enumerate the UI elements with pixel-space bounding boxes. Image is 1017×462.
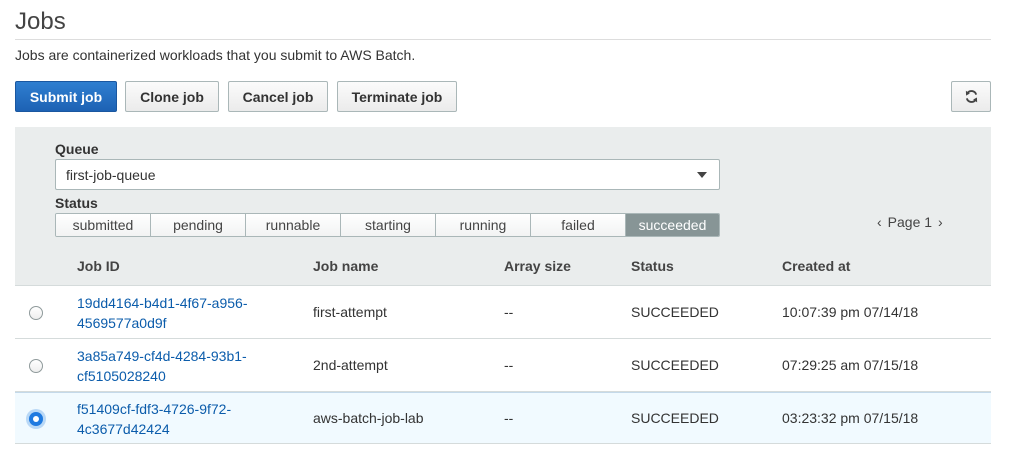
array-size: -- [504, 304, 514, 320]
row-radio-selected[interactable] [29, 412, 43, 426]
submit-job-button[interactable]: Submit job [15, 81, 117, 112]
job-status: SUCCEEDED [631, 357, 719, 373]
status-pending[interactable]: pending [151, 214, 246, 236]
status-filter: submitted pending runnable starting runn… [55, 213, 720, 237]
table-row[interactable]: 19dd4164-b4d1-4f67-a956- 4569577a0d9f fir… [15, 287, 991, 339]
refresh-icon [965, 90, 977, 103]
page-title: Jobs [15, 8, 66, 35]
refresh-button[interactable] [951, 81, 991, 112]
job-id-link[interactable]: 3a85a749-cf4d-4284-93b1- cf5105028240 [77, 346, 287, 386]
page-description: Jobs are containerized workloads that yo… [15, 47, 416, 63]
status-succeeded[interactable]: succeeded [626, 214, 719, 236]
array-size: -- [504, 357, 514, 373]
filter-panel: Queue first-job-queue Status submitted p… [15, 127, 991, 247]
job-id-link[interactable]: f51409cf-fdf3-4726-9f72- 4c3677d42424 [77, 399, 287, 439]
queue-select[interactable]: first-job-queue [55, 159, 720, 190]
column-header-created-at[interactable]: Created at [782, 258, 850, 274]
status-runnable[interactable]: runnable [246, 214, 341, 236]
status-running[interactable]: running [436, 214, 531, 236]
title-divider [15, 39, 991, 40]
job-name: aws-batch-job-lab [313, 410, 424, 426]
terminate-job-button[interactable]: Terminate job [337, 81, 457, 112]
status-failed[interactable]: failed [531, 214, 626, 236]
column-header-status[interactable]: Status [631, 258, 674, 274]
table-row[interactable]: 3a85a749-cf4d-4284-93b1- cf5105028240 2nd… [15, 340, 991, 392]
job-name: 2nd-attempt [313, 357, 388, 373]
job-name: first-attempt [313, 304, 387, 320]
chevron-down-icon [697, 172, 707, 178]
column-header-job-name[interactable]: Job name [313, 258, 378, 274]
table-header: Job ID Job name Array size Status Create… [15, 247, 991, 286]
row-radio[interactable] [29, 306, 43, 320]
table-row[interactable]: f51409cf-fdf3-4726-9f72- 4c3677d42424 aws… [15, 392, 991, 444]
status-starting[interactable]: starting [341, 214, 436, 236]
queue-label: Queue [55, 141, 99, 157]
page-indicator: Page 1 [887, 214, 933, 230]
job-status: SUCCEEDED [631, 410, 719, 426]
chevron-left-icon[interactable]: ‹ [877, 214, 882, 230]
chevron-right-icon[interactable]: › [938, 214, 943, 230]
status-label: Status [55, 195, 98, 211]
job-id-link[interactable]: 19dd4164-b4d1-4f67-a956- 4569577a0d9f [77, 293, 287, 333]
created-at: 10:07:39 pm 07/14/18 [782, 304, 919, 320]
created-at: 03:23:32 pm 07/15/18 [782, 410, 919, 426]
status-submitted[interactable]: submitted [56, 214, 151, 236]
column-header-array-size[interactable]: Array size [504, 258, 571, 274]
clone-job-button[interactable]: Clone job [125, 81, 219, 112]
column-header-job-id[interactable]: Job ID [77, 258, 120, 274]
array-size: -- [504, 410, 514, 426]
created-at: 07:29:25 am 07/15/18 [782, 357, 919, 373]
cancel-job-button[interactable]: Cancel job [228, 81, 328, 112]
job-status: SUCCEEDED [631, 304, 719, 320]
pagination: ‹ Page 1 › [877, 214, 943, 230]
row-radio[interactable] [29, 359, 43, 373]
queue-select-value: first-job-queue [66, 166, 156, 183]
